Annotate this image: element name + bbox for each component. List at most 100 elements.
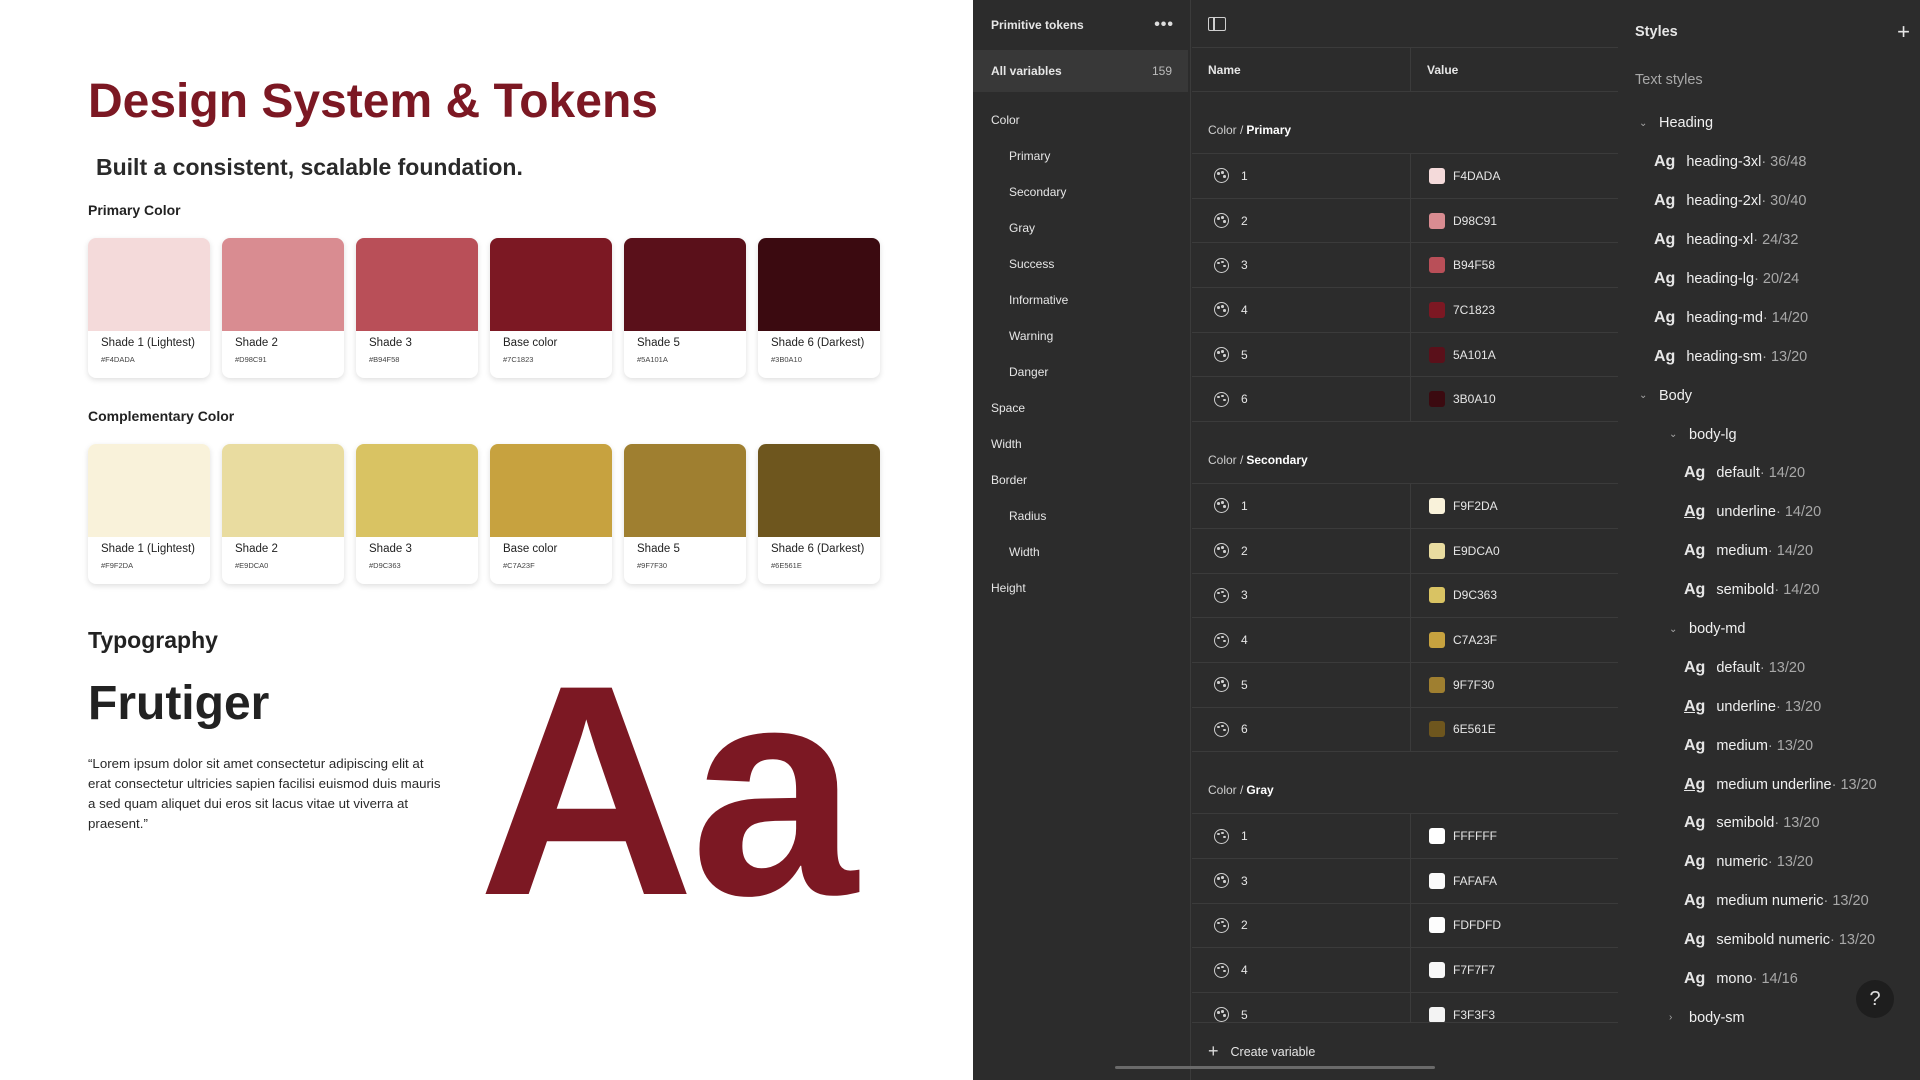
variable-row[interactable]: 4 C7A23F <box>1192 618 1618 663</box>
variable-name-cell[interactable]: 5 <box>1192 662 1411 707</box>
variable-name-cell[interactable]: 3 <box>1192 858 1411 903</box>
variable-name-cell[interactable]: 1 <box>1192 814 1411 858</box>
create-variable-button[interactable]: + Create variable <box>1192 1022 1618 1080</box>
text-style-item[interactable]: Ag heading-lg · 20/24 <box>1623 260 1920 299</box>
group-item[interactable]: Secondary <box>973 174 1190 210</box>
text-style-item[interactable]: Ag heading-2xl · 30/40 <box>1623 182 1920 221</box>
swatch-color-block <box>758 238 880 331</box>
variable-value-cell[interactable]: FAFAFA <box>1411 859 1618 903</box>
variable-name-cell[interactable]: 1 <box>1192 154 1411 198</box>
plus-icon[interactable]: + <box>1897 19 1910 45</box>
more-dots-icon[interactable]: ••• <box>1154 16 1174 34</box>
text-style-item[interactable]: Ag semibold · 14/20 <box>1623 571 1920 610</box>
variable-row[interactable]: 6 6E561E <box>1192 707 1618 753</box>
variable-name-cell[interactable]: 3 <box>1192 573 1411 618</box>
variable-row[interactable]: 1 F4DADA <box>1192 154 1618 199</box>
variable-value-cell[interactable]: B94F58 <box>1411 243 1618 287</box>
variable-row[interactable]: 5 5A101A <box>1192 332 1618 378</box>
name-column-header[interactable]: Name <box>1192 48 1411 91</box>
variable-name-cell[interactable]: 4 <box>1192 288 1411 332</box>
variable-value-cell[interactable]: C7A23F <box>1411 618 1618 662</box>
variable-row[interactable]: 2 E9DCA0 <box>1192 528 1618 574</box>
text-style-item[interactable]: Ag heading-3xl · 36/48 <box>1623 143 1920 182</box>
group-item[interactable]: Radius <box>973 498 1190 534</box>
group-item[interactable]: Space <box>973 390 1190 426</box>
sidebar-toggle-icon[interactable] <box>1208 16 1226 31</box>
variable-row[interactable]: 3 FAFAFA <box>1192 858 1618 904</box>
collection-header[interactable]: Primitive tokens ••• <box>973 0 1190 50</box>
text-style-item[interactable]: Ag heading-md · 14/20 <box>1623 298 1920 337</box>
variable-name-cell[interactable]: 5 <box>1192 993 1411 1022</box>
help-button[interactable]: ? <box>1856 980 1894 1018</box>
variable-value-cell[interactable]: 6E561E <box>1411 708 1618 752</box>
variable-name-cell[interactable]: 4 <box>1192 948 1411 992</box>
style-folder[interactable]: ⌄ Body <box>1623 376 1920 415</box>
variable-row[interactable]: 1 F9F2DA <box>1192 484 1618 529</box>
text-style-item[interactable]: Ag heading-sm · 13/20 <box>1623 337 1920 376</box>
group-item[interactable]: Primary <box>973 138 1190 174</box>
variable-value-cell[interactable]: E9DCA0 <box>1411 529 1618 573</box>
value-column-header[interactable]: Value <box>1411 48 1618 91</box>
variable-row[interactable]: 5 9F7F30 <box>1192 662 1618 708</box>
variable-value-cell[interactable]: D98C91 <box>1411 199 1618 243</box>
variable-name-cell[interactable]: 4 <box>1192 618 1411 662</box>
variable-row[interactable]: 6 3B0A10 <box>1192 377 1618 423</box>
variable-row[interactable]: 3 B94F58 <box>1192 243 1618 289</box>
group-item[interactable]: Height <box>973 570 1190 606</box>
text-style-item[interactable]: Ag underline · 13/20 <box>1623 687 1920 726</box>
group-item[interactable]: Border <box>973 462 1190 498</box>
variable-value-cell[interactable]: 9F7F30 <box>1411 663 1618 707</box>
variable-name-cell[interactable]: 2 <box>1192 198 1411 243</box>
variable-name-cell[interactable]: 6 <box>1192 707 1411 752</box>
variable-row[interactable]: 2 D98C91 <box>1192 198 1618 244</box>
style-folder[interactable]: ⌄ body-lg <box>1623 415 1920 454</box>
text-style-item[interactable]: Ag heading-xl · 24/32 <box>1623 221 1920 260</box>
variable-row[interactable]: 4 F7F7F7 <box>1192 948 1618 993</box>
variable-name-cell[interactable]: 6 <box>1192 377 1411 422</box>
variable-row[interactable]: 1 FFFFFF <box>1192 814 1618 859</box>
variable-value-cell[interactable]: 3B0A10 <box>1411 377 1618 421</box>
variable-value-cell[interactable]: F7F7F7 <box>1411 948 1618 992</box>
variable-value-cell[interactable]: F3F3F3 <box>1411 993 1618 1022</box>
group-item[interactable]: Gray <box>973 210 1190 246</box>
group-item[interactable]: Width <box>973 426 1190 462</box>
variable-row[interactable]: 2 FDFDFD <box>1192 903 1618 949</box>
variable-value-cell[interactable]: D9C363 <box>1411 574 1618 618</box>
text-style-item[interactable]: Ag medium · 14/20 <box>1623 532 1920 571</box>
all-variables-item[interactable]: All variables 159 <box>973 50 1188 92</box>
variable-value-cell[interactable]: 5A101A <box>1411 333 1618 377</box>
horizontal-scrollbar[interactable] <box>1115 1066 1435 1069</box>
text-style-item[interactable]: Ag default · 13/20 <box>1623 648 1920 687</box>
style-folder[interactable]: ⌄ Heading <box>1623 104 1920 143</box>
style-folder[interactable]: ⌄ body-md <box>1623 610 1920 649</box>
text-style-item[interactable]: Ag underline · 14/20 <box>1623 493 1920 532</box>
group-item[interactable]: Danger <box>973 354 1190 390</box>
color-swatch: Shade 1 (Lightest) #F9F2DA <box>88 444 210 584</box>
variable-row[interactable]: 3 D9C363 <box>1192 573 1618 619</box>
variable-row[interactable]: 5 F3F3F3 <box>1192 993 1618 1022</box>
text-style-item[interactable]: Ag semibold · 13/20 <box>1623 804 1920 843</box>
variable-value-cell[interactable]: F9F2DA <box>1411 484 1618 528</box>
group-item[interactable]: Informative <box>973 282 1190 318</box>
variable-value-cell[interactable]: FFFFFF <box>1411 814 1618 858</box>
variable-name-cell[interactable]: 3 <box>1192 243 1411 288</box>
variable-name-cell[interactable]: 1 <box>1192 484 1411 528</box>
variable-value-cell[interactable]: F4DADA <box>1411 154 1618 198</box>
variable-row[interactable]: 4 7C1823 <box>1192 288 1618 333</box>
group-item[interactable]: Warning <box>973 318 1190 354</box>
variable-name-cell[interactable]: 2 <box>1192 528 1411 573</box>
text-style-item[interactable]: Ag medium underline · 13/20 <box>1623 765 1920 804</box>
text-style-item[interactable]: Ag numeric · 13/20 <box>1623 843 1920 882</box>
text-style-item[interactable]: Ag medium · 13/20 <box>1623 726 1920 765</box>
text-style-item[interactable]: Ag medium numeric · 13/20 <box>1623 882 1920 921</box>
text-style-item[interactable]: Ag semibold numeric · 13/20 <box>1623 921 1920 960</box>
variable-name-cell[interactable]: 2 <box>1192 903 1411 948</box>
variable-name-cell[interactable]: 5 <box>1192 332 1411 377</box>
group-item[interactable]: Color <box>973 102 1190 138</box>
group-item[interactable]: Width <box>973 534 1190 570</box>
group-item[interactable]: Success <box>973 246 1190 282</box>
variable-value-cell[interactable]: 7C1823 <box>1411 288 1618 332</box>
color-variable-icon <box>1214 347 1229 363</box>
variable-value-cell[interactable]: FDFDFD <box>1411 904 1618 948</box>
text-style-item[interactable]: Ag default · 14/20 <box>1623 454 1920 493</box>
